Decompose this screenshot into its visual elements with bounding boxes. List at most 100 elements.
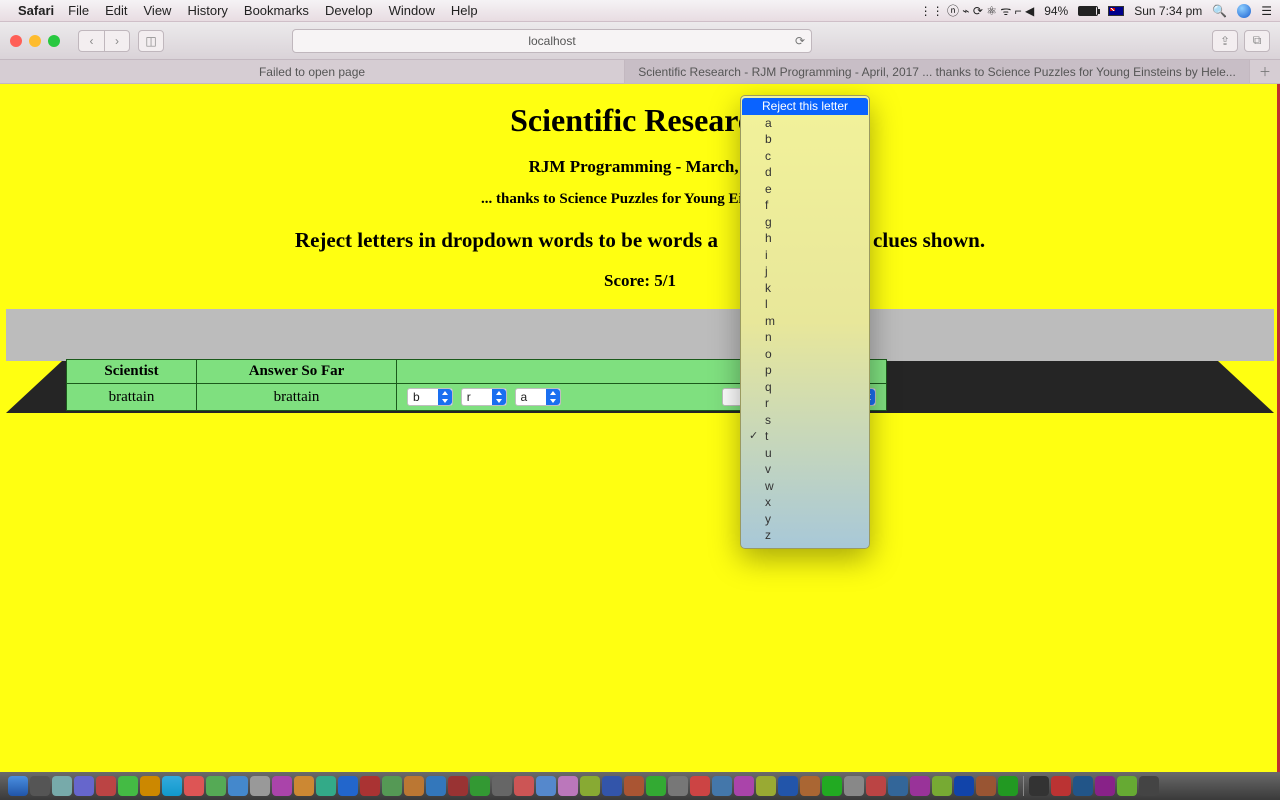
sidebar-button[interactable]: ◫ (138, 30, 164, 52)
dropdown-option-g[interactable]: g (741, 214, 869, 231)
menu-window[interactable]: Window (389, 3, 435, 18)
dock-app-icon[interactable] (338, 776, 358, 796)
dropdown-option-z[interactable]: z (741, 527, 869, 544)
dropdown-option-i[interactable]: i (741, 247, 869, 264)
dropdown-option-x[interactable]: x (741, 494, 869, 511)
dock-app-icon[interactable] (844, 776, 864, 796)
dock-app-icon[interactable] (624, 776, 644, 796)
zoom-window-button[interactable] (48, 35, 60, 47)
dropdown-option-t[interactable]: t (741, 428, 869, 445)
dropdown-option-r[interactable]: r (741, 395, 869, 412)
dock-app-icon[interactable] (74, 776, 94, 796)
dock-app-icon[interactable] (910, 776, 930, 796)
dock-app-icon[interactable] (426, 776, 446, 796)
dropdown-option-a[interactable]: a (741, 115, 869, 132)
share-button[interactable]: ⇪ (1212, 30, 1238, 52)
dock-app-icon[interactable] (866, 776, 886, 796)
dock-app-icon[interactable] (492, 776, 512, 796)
dock-trash-icon[interactable] (1139, 776, 1159, 796)
dock-app-icon[interactable] (668, 776, 688, 796)
minimize-window-button[interactable] (29, 35, 41, 47)
dock-app-icon[interactable] (470, 776, 490, 796)
menu-edit[interactable]: Edit (105, 3, 127, 18)
dock-app-icon[interactable] (1029, 776, 1049, 796)
dock-app-icon[interactable] (294, 776, 314, 796)
dock-app-icon[interactable] (52, 776, 72, 796)
menu-view[interactable]: View (144, 3, 172, 18)
close-window-button[interactable] (10, 35, 22, 47)
dropdown-option-b[interactable]: b (741, 131, 869, 148)
forward-button[interactable]: › (104, 30, 130, 52)
dropdown-option-j[interactable]: j (741, 263, 869, 280)
dock-app-icon[interactable] (734, 776, 754, 796)
dock-app-icon[interactable] (756, 776, 776, 796)
dock-app-icon[interactable] (30, 776, 50, 796)
dropdown-option-c[interactable]: c (741, 148, 869, 165)
new-tab-button[interactable]: ＋ (1250, 60, 1280, 83)
dock-app-icon[interactable] (932, 776, 952, 796)
dock-app-icon[interactable] (1117, 776, 1137, 796)
menu-history[interactable]: History (187, 3, 227, 18)
dock-app-icon[interactable] (316, 776, 336, 796)
dock-app-icon[interactable] (514, 776, 534, 796)
back-button[interactable]: ‹ (78, 30, 104, 52)
tabs-button[interactable]: ⧉ (1244, 30, 1270, 52)
letter-select-2[interactable]: a (515, 388, 561, 406)
dropdown-option-o[interactable]: o (741, 346, 869, 363)
dropdown-option-v[interactable]: v (741, 461, 869, 478)
dock-app-icon[interactable] (1051, 776, 1071, 796)
dropdown-option-l[interactable]: l (741, 296, 869, 313)
dropdown-option-u[interactable]: u (741, 445, 869, 462)
dropdown-option-e[interactable]: e (741, 181, 869, 198)
dropdown-option-m[interactable]: m (741, 313, 869, 330)
dock-app-icon[interactable] (404, 776, 424, 796)
siri-icon[interactable] (1237, 4, 1251, 18)
spotlight-icon[interactable]: 🔍 (1212, 4, 1227, 18)
dock-app-icon[interactable] (536, 776, 556, 796)
app-name[interactable]: Safari (18, 3, 54, 18)
dropdown-option-q[interactable]: q (741, 379, 869, 396)
dock-app-icon[interactable] (360, 776, 380, 796)
dropdown-option-w[interactable]: w (741, 478, 869, 495)
menu-file[interactable]: File (68, 3, 89, 18)
menu-develop[interactable]: Develop (325, 3, 373, 18)
tab-failed[interactable]: Failed to open page (0, 60, 625, 83)
address-bar[interactable]: localhost ⟳ (292, 29, 812, 53)
dock-app-icon[interactable] (954, 776, 974, 796)
dock-app-icon[interactable] (118, 776, 138, 796)
dock-app-icon[interactable] (1073, 776, 1093, 796)
dock-app-icon[interactable] (800, 776, 820, 796)
letter-select-1[interactable]: r (461, 388, 507, 406)
dropdown-option-k[interactable]: k (741, 280, 869, 297)
dock-app-icon[interactable] (206, 776, 226, 796)
dock-app-icon[interactable] (822, 776, 842, 796)
menu-bookmarks[interactable]: Bookmarks (244, 3, 309, 18)
dock-app-icon[interactable] (250, 776, 270, 796)
dock-finder-icon[interactable] (8, 776, 28, 796)
dock-app-icon[interactable] (140, 776, 160, 796)
dock-app-icon[interactable] (96, 776, 116, 796)
dock-app-icon[interactable] (998, 776, 1018, 796)
letter-select-0[interactable]: b (407, 388, 453, 406)
dock-app-icon[interactable] (690, 776, 710, 796)
dock-app-icon[interactable] (228, 776, 248, 796)
dropdown-option-y[interactable]: y (741, 511, 869, 528)
dock-app-icon[interactable] (976, 776, 996, 796)
dock-app-icon[interactable] (272, 776, 292, 796)
letter-dropdown[interactable]: Reject this letter abcdefghijklmnopqrstu… (740, 95, 870, 549)
dock-app-icon[interactable] (580, 776, 600, 796)
dock-app-icon[interactable] (1095, 776, 1115, 796)
notification-center-icon[interactable]: ☰ (1261, 4, 1272, 18)
dock-app-icon[interactable] (558, 776, 578, 796)
dropdown-option-h[interactable]: h (741, 230, 869, 247)
dock-app-icon[interactable] (646, 776, 666, 796)
dock-app-icon[interactable] (382, 776, 402, 796)
dock-app-icon[interactable] (888, 776, 908, 796)
dock-safari-icon[interactable] (162, 776, 182, 796)
dropdown-option-p[interactable]: p (741, 362, 869, 379)
dock-app-icon[interactable] (778, 776, 798, 796)
dock-app-icon[interactable] (184, 776, 204, 796)
reload-icon[interactable]: ⟳ (795, 34, 805, 48)
dock-app-icon[interactable] (602, 776, 622, 796)
dropdown-header[interactable]: Reject this letter (742, 98, 868, 115)
